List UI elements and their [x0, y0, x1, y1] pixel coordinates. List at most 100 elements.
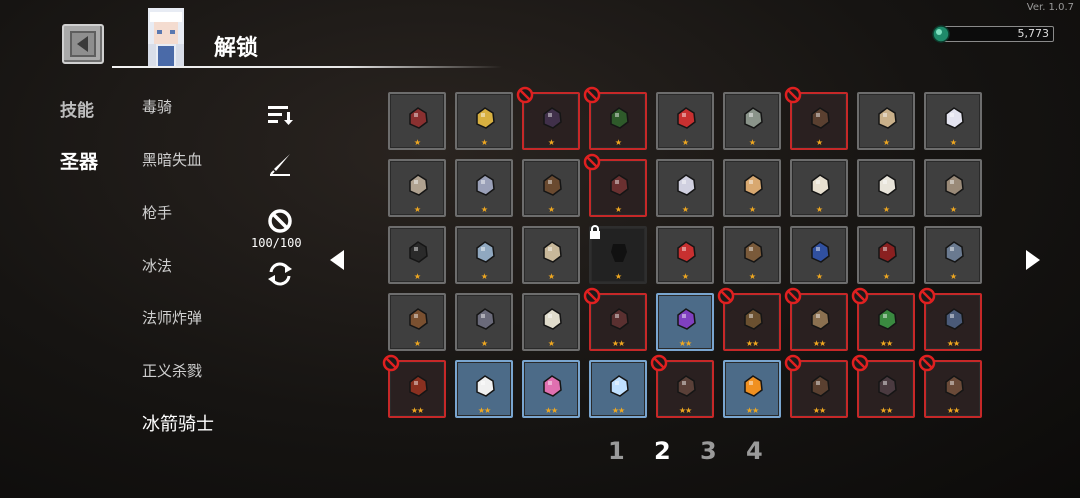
hero-item[interactable]: 正义杀戮: [142, 360, 202, 381]
spider-claw-icon: [409, 107, 428, 129]
relic-slot-shell[interactable]: ★★: [784, 287, 848, 351]
relic-slot-ice-shard[interactable]: ★★: [589, 360, 647, 418]
relic-slot-bottle[interactable]: ★★: [717, 287, 781, 351]
page-3-button[interactable]: 3: [700, 437, 717, 465]
relic-slot-spider-claw[interactable]: ★: [388, 92, 446, 150]
relic-slot-heart[interactable]: ★: [857, 226, 915, 284]
stone-icon: [409, 174, 428, 196]
fang-icon: [811, 107, 830, 129]
star-rating: ★★: [477, 406, 491, 415]
relic-slot-herbs[interactable]: ★: [583, 86, 647, 150]
dark-feather-icon: [878, 375, 897, 397]
relic-slot-locked[interactable]: ★: [589, 225, 647, 284]
hero-item[interactable]: 冰法: [142, 255, 172, 276]
star-rating: ★: [480, 339, 488, 348]
star-rating: ★★: [812, 339, 826, 348]
relic-slot-bomb[interactable]: ★: [455, 293, 513, 351]
ban-count: 100/100: [251, 236, 302, 250]
relic-slot-claw-hand[interactable]: ★★: [918, 354, 982, 418]
star-rating: ★★: [879, 406, 893, 415]
relic-slot-orange[interactable]: ★★: [723, 360, 781, 418]
hook-icon: [945, 241, 964, 263]
jar-icon: [744, 107, 763, 129]
relic-slot-fan[interactable]: ★: [857, 159, 915, 217]
ban-badge-icon: [583, 153, 601, 171]
peanut-icon: [744, 174, 763, 196]
sort-button[interactable]: [262, 100, 298, 130]
refresh-button[interactable]: [262, 259, 298, 289]
star-rating: ★★: [879, 339, 893, 348]
relic-slot-peanut[interactable]: ★: [723, 159, 781, 217]
star-rating: ★: [949, 272, 957, 281]
book-icon: [543, 174, 562, 196]
pink-card-icon: [543, 375, 562, 397]
quill-button[interactable]: [262, 150, 298, 180]
next-page-arrow-icon[interactable]: [1024, 248, 1042, 272]
relic-slot-fang[interactable]: ★: [784, 86, 848, 150]
ban-badge-icon: [717, 287, 735, 305]
crystal-icon: [476, 174, 495, 196]
ban-badge-icon: [851, 287, 869, 305]
relic-slot-shield[interactable]: ★: [790, 226, 848, 284]
relic-slot-eye[interactable]: ★★: [382, 354, 446, 418]
tab-relics[interactable]: 圣器: [60, 147, 98, 174]
relic-slot-gauntlet[interactable]: ★: [924, 159, 982, 217]
star-rating: ★: [547, 138, 555, 147]
relic-slot-hook[interactable]: ★: [924, 226, 982, 284]
relic-slot-ruby[interactable]: ★: [656, 92, 714, 150]
relic-slot-stone[interactable]: ★: [388, 159, 446, 217]
relic-slot-armor[interactable]: ★★: [918, 287, 982, 351]
relic-slot-pan[interactable]: ★: [388, 226, 446, 284]
relic-slot-pink-card[interactable]: ★★: [522, 360, 580, 418]
relic-slot-bat[interactable]: ★★: [650, 354, 714, 418]
relic-slot-pearl[interactable]: ★: [924, 92, 982, 150]
relic-slot-crossbow[interactable]: ★★: [784, 354, 848, 418]
back-button[interactable]: [62, 24, 104, 64]
relic-slot-seed[interactable]: ★: [388, 293, 446, 351]
relic-slot-ring[interactable]: ★: [455, 226, 513, 284]
relic-slot-purple-horn[interactable]: ★★: [656, 293, 714, 351]
relic-slot-wand[interactable]: ★: [723, 226, 781, 284]
quill-icon: [270, 154, 290, 176]
star-rating: ★: [614, 272, 622, 281]
page-title: 解锁: [214, 36, 259, 61]
hero-item[interactable]: 黑暗失血: [142, 149, 202, 170]
relic-slot-magnet[interactable]: ★: [656, 226, 714, 284]
version-label: Ver. 1.0.7: [1026, 2, 1074, 13]
page-2-button[interactable]: 2: [654, 437, 671, 465]
relic-slot-scroll[interactable]: ★: [522, 226, 580, 284]
crossbow-icon: [811, 375, 830, 397]
relic-slot-gold-coin[interactable]: ★: [455, 92, 513, 150]
relic-slot-dice[interactable]: ★★: [455, 360, 513, 418]
bomb-icon: [476, 308, 495, 330]
relic-slot-necklace[interactable]: ★: [857, 92, 915, 150]
relic-slot-book[interactable]: ★: [522, 159, 580, 217]
feather-icon: [811, 174, 830, 196]
prev-page-arrow-icon[interactable]: [328, 248, 346, 272]
lock-icon: [590, 225, 600, 239]
relic-slot-bat-wing[interactable]: ★★: [583, 287, 647, 351]
relic-slot-crystal[interactable]: ★: [455, 159, 513, 217]
relic-slot-dark-pot[interactable]: ★: [516, 86, 580, 150]
relic-slot-claws[interactable]: ★: [656, 159, 714, 217]
pearl-icon: [945, 107, 964, 129]
tab-skills[interactable]: 技能: [60, 96, 94, 121]
hero-item[interactable]: 毒骑: [142, 96, 172, 117]
locked-icon: [611, 244, 627, 262]
hero-item-selected[interactable]: 冰箭骑士: [142, 410, 214, 436]
star-rating: ★: [748, 138, 756, 147]
page-1-button[interactable]: 1: [608, 437, 625, 465]
relic-slot-feather[interactable]: ★: [790, 159, 848, 217]
bottle-icon: [744, 308, 763, 330]
ban-filter-button[interactable]: [262, 206, 298, 236]
relic-slot-bone[interactable]: ★: [522, 293, 580, 351]
relic-slot-dark-feather[interactable]: ★★: [851, 354, 915, 418]
relic-slot-jar[interactable]: ★: [723, 92, 781, 150]
hero-item[interactable]: 法师炸弹: [142, 307, 202, 328]
hero-item[interactable]: 枪手: [142, 202, 172, 223]
page-4-button[interactable]: 4: [746, 437, 763, 465]
star-rating: ★: [949, 138, 957, 147]
relic-slot-meat[interactable]: ★: [583, 153, 647, 217]
relic-slot-green-tome[interactable]: ★★: [851, 287, 915, 351]
star-rating: ★: [681, 272, 689, 281]
